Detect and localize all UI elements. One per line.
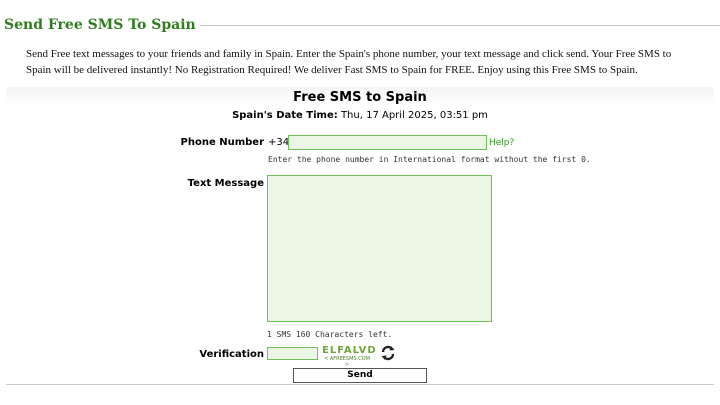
- captcha-image: ELFALVD < AFREESMS.COM >: [322, 345, 377, 368]
- phone-hint: Enter the phone number in International …: [268, 155, 591, 164]
- verification-label: Verification: [199, 349, 264, 360]
- refresh-icon[interactable]: [380, 345, 396, 361]
- captcha-subtext: < AFREESMS.COM >: [324, 356, 370, 368]
- date-label: Spain's Date Time:: [232, 110, 338, 121]
- phone-number-input[interactable]: [288, 135, 487, 150]
- sms-form: Free SMS to Spain Spain's Date Time: Thu…: [0, 87, 720, 387]
- phone-number-label: Phone Number: [180, 137, 264, 148]
- send-button[interactable]: Send: [293, 368, 427, 383]
- character-counter: 1 SMS 160 Characters left.: [267, 330, 393, 339]
- country-code-prefix: +34: [268, 137, 290, 148]
- text-message-input[interactable]: [267, 175, 492, 322]
- refresh-icon-graphic: [381, 345, 395, 361]
- date-value: Thu, 17 April 2025, 03:51 pm: [340, 110, 488, 121]
- verification-input[interactable]: [267, 347, 318, 360]
- captcha-text: ELFALVD: [322, 345, 377, 356]
- text-message-label: Text Message: [187, 178, 264, 189]
- intro-text: Send Free text messages to your friends …: [26, 48, 672, 76]
- section-title: Send Free SMS To Spain: [0, 14, 200, 36]
- date-time-line: Spain's Date Time: Thu, 17 April 2025, 0…: [0, 110, 720, 121]
- help-link[interactable]: Help?: [489, 138, 514, 148]
- form-title: Free SMS to Spain: [293, 90, 427, 105]
